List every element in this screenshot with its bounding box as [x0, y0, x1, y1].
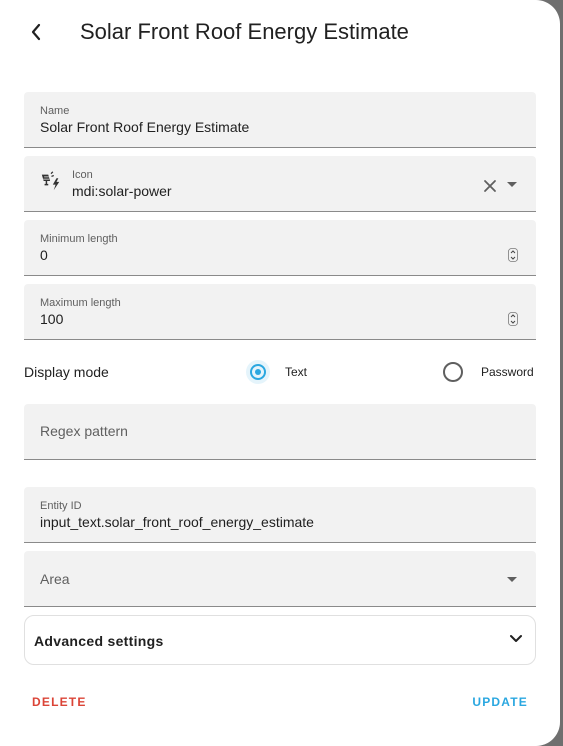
radio-button-unchecked[interactable] — [443, 362, 463, 382]
name-label: Name — [40, 105, 70, 117]
radio-password-wrap — [441, 360, 465, 384]
dialog-title: Solar Front Roof Energy Estimate — [80, 19, 409, 44]
advanced-settings-label: Advanced settings — [34, 633, 164, 649]
radio-text[interactable]: Text — [246, 360, 307, 384]
min-length-label: Minimum length — [40, 233, 118, 245]
delete-button[interactable]: DELETE — [32, 695, 87, 709]
display-mode-group: Display mode Text Password — [24, 356, 536, 388]
entity-id-value: input_text.solar_front_roof_energy_estim… — [40, 514, 314, 530]
dialog: Solar Front Roof Energy Estimate Name So… — [0, 0, 560, 746]
min-length-value: 0 — [40, 247, 48, 263]
chevron-left-icon — [31, 23, 41, 41]
dialog-header: Solar Front Roof Energy Estimate — [0, 0, 560, 64]
radio-password-label: Password — [481, 365, 534, 379]
dropdown-arrow-icon[interactable] — [506, 181, 518, 189]
chevron-down-icon — [510, 635, 522, 642]
entity-id-label: Entity ID — [40, 500, 82, 512]
regex-field[interactable]: Regex pattern — [24, 404, 536, 460]
area-field[interactable]: Area — [24, 551, 536, 607]
area-placeholder: Area — [40, 571, 70, 587]
radio-button-checked[interactable] — [250, 364, 266, 380]
advanced-settings-expander[interactable]: Advanced settings — [24, 615, 536, 665]
entity-id-field[interactable]: Entity ID input_text.solar_front_roof_en… — [24, 487, 536, 543]
dropdown-arrow-icon[interactable] — [506, 576, 518, 584]
max-length-value: 100 — [40, 311, 64, 327]
regex-placeholder: Regex pattern — [40, 423, 128, 439]
back-button[interactable] — [20, 16, 52, 48]
update-button[interactable]: UPDATE — [472, 695, 528, 709]
icon-value: mdi:solar-power — [72, 183, 172, 199]
icon-picker-field[interactable]: Icon mdi:solar-power — [24, 156, 536, 212]
solar-power-icon — [41, 171, 60, 191]
number-spinner-icon[interactable] — [508, 312, 518, 326]
name-value: Solar Front Roof Energy Estimate — [40, 119, 250, 135]
number-spinner-icon[interactable] — [508, 248, 518, 262]
display-mode-label: Display mode — [24, 364, 109, 380]
clear-icon[interactable] — [482, 178, 498, 194]
max-length-field[interactable]: Maximum length 100 — [24, 284, 536, 340]
min-length-field[interactable]: Minimum length 0 — [24, 220, 536, 276]
radio-text-wrap — [246, 360, 270, 384]
icon-label: Icon — [72, 169, 93, 181]
radio-text-label: Text — [285, 365, 308, 379]
radio-password[interactable]: Password — [441, 360, 534, 384]
name-field[interactable]: Name Solar Front Roof Energy Estimate — [24, 92, 536, 148]
max-length-label: Maximum length — [40, 297, 121, 309]
